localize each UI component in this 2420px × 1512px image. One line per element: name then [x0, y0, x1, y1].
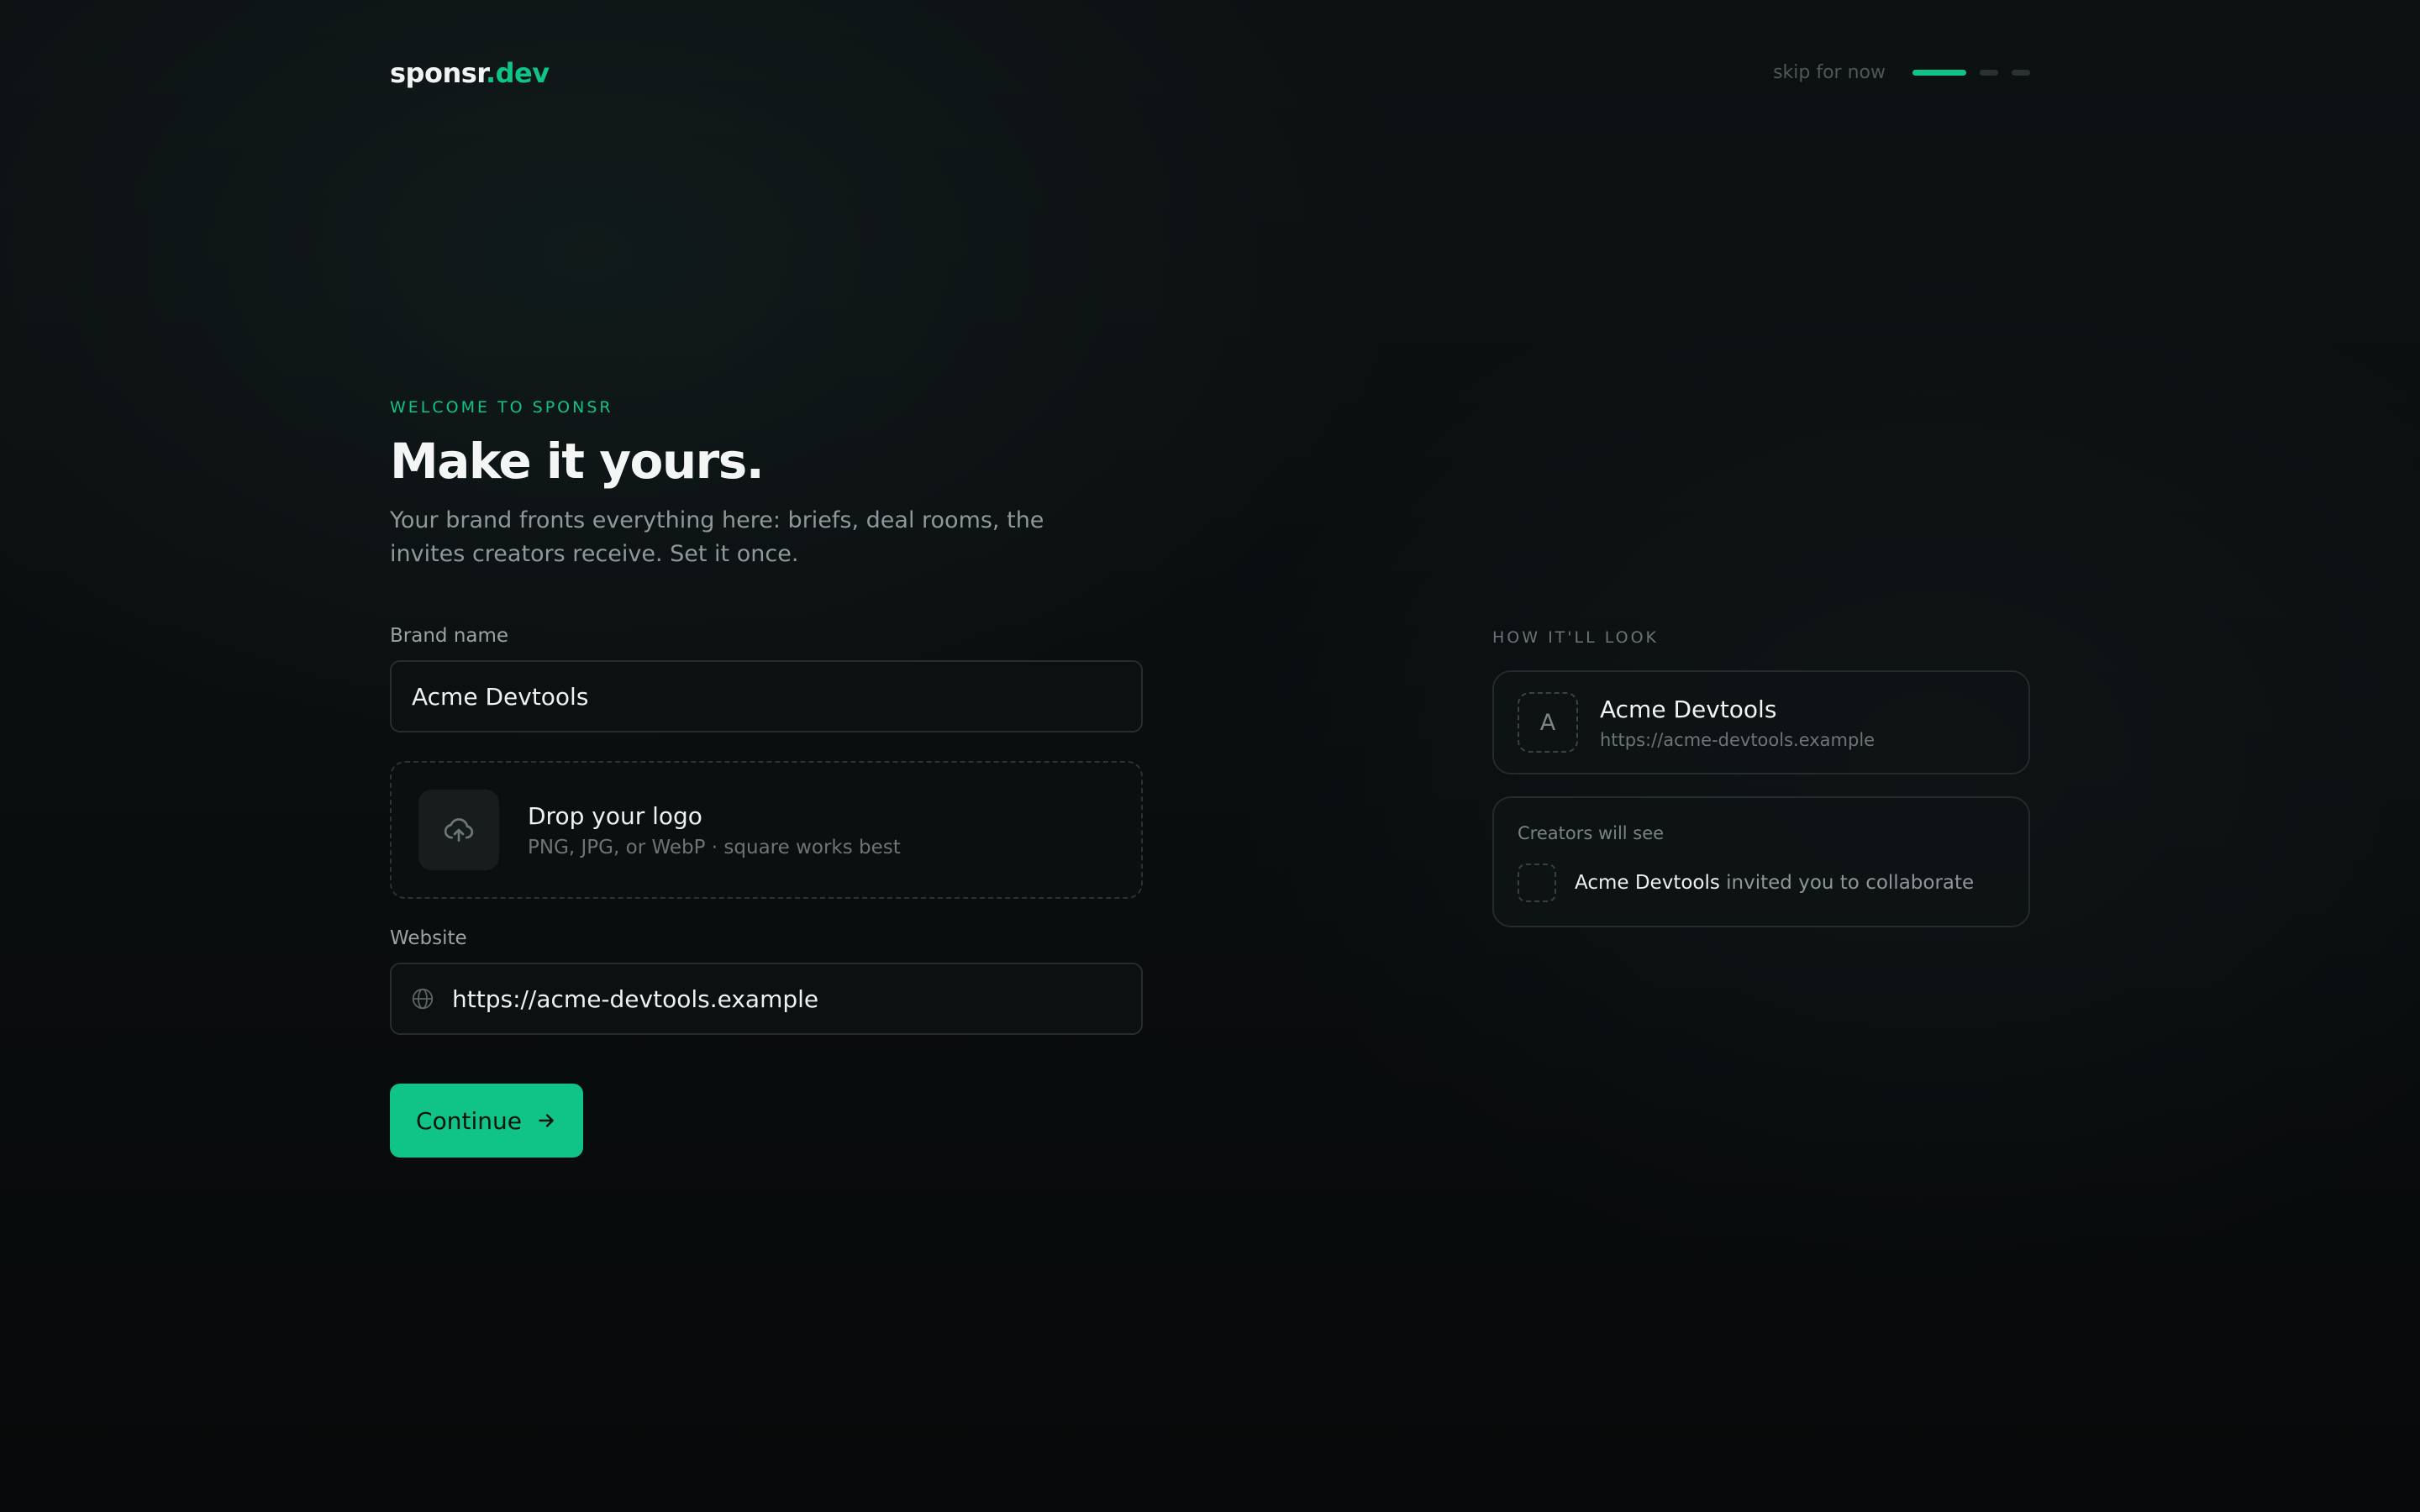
- invite-preview-label: Creators will see: [1518, 823, 1665, 843]
- logo-dropzone[interactable]: Drop your logo PNG, JPG, or WebP · squar…: [390, 761, 1143, 899]
- arrow-right-icon: [535, 1110, 557, 1131]
- brand-preview-text: Acme Devtools https://acme-devtools.exam…: [1600, 696, 1875, 750]
- brand-name-value: Acme Devtools: [412, 682, 589, 711]
- onboarding-form-section: WELCOME TO SPONSR Make it yours. Your br…: [390, 398, 1143, 1158]
- step-1-active: [1912, 70, 1966, 76]
- logo-suffix: .dev: [485, 57, 550, 89]
- preview-brand-name: Acme Devtools: [1600, 695, 1777, 723]
- page-subtitle: Your brand fronts everything here: brief…: [390, 507, 1044, 567]
- invite-avatar: [1518, 864, 1556, 902]
- website-input[interactable]: https://acme-devtools.example: [390, 963, 1143, 1035]
- invite-message: Acme Devtools invited you to collaborate: [1575, 872, 1974, 894]
- invite-message-text: invited you to collaborate: [1719, 872, 1975, 894]
- invite-preview-card: Creators will see Acme Devtools invited …: [1492, 796, 2030, 927]
- invite-brand-name: Acme Devtools: [1575, 872, 1720, 894]
- preview-section: HOW IT'LL LOOK A Acme Devtools https://a…: [1492, 628, 2030, 927]
- continue-button[interactable]: Continue: [390, 1084, 583, 1158]
- brand-name-label: Brand name: [390, 625, 509, 647]
- app-logo[interactable]: sponsr.dev: [390, 57, 550, 89]
- step-3: [2012, 70, 2030, 76]
- logo-name: sponsr: [390, 57, 486, 89]
- website-label: Website: [390, 927, 467, 949]
- brand-preview-card: A Acme Devtools https://acme-devtools.ex…: [1492, 670, 2030, 774]
- eyebrow-text: WELCOME TO SPONSR: [390, 398, 613, 417]
- globe-icon: [410, 986, 435, 1011]
- upload-cloud-icon: [418, 790, 499, 870]
- dropzone-text: Drop your logo PNG, JPG, or WebP · squar…: [528, 802, 901, 858]
- dropzone-title: Drop your logo: [528, 801, 702, 830]
- invite-preview-row: Acme Devtools invited you to collaborate: [1518, 864, 2005, 902]
- dropzone-hint: PNG, JPG, or WebP · square works best: [528, 836, 901, 858]
- brand-avatar: A: [1518, 692, 1578, 753]
- continue-label: Continue: [416, 1106, 522, 1135]
- skip-link[interactable]: skip for now: [1773, 62, 1886, 83]
- step-2: [1980, 70, 1998, 76]
- brand-name-input[interactable]: Acme Devtools: [390, 660, 1143, 732]
- page-title: Make it yours.: [390, 433, 765, 490]
- preview-brand-url: https://acme-devtools.example: [1600, 729, 1876, 750]
- header-controls: skip for now: [1773, 62, 2030, 83]
- step-indicator: [1912, 70, 2030, 76]
- preview-label: HOW IT'LL LOOK: [1492, 628, 1659, 647]
- website-value: https://acme-devtools.example: [452, 984, 819, 1013]
